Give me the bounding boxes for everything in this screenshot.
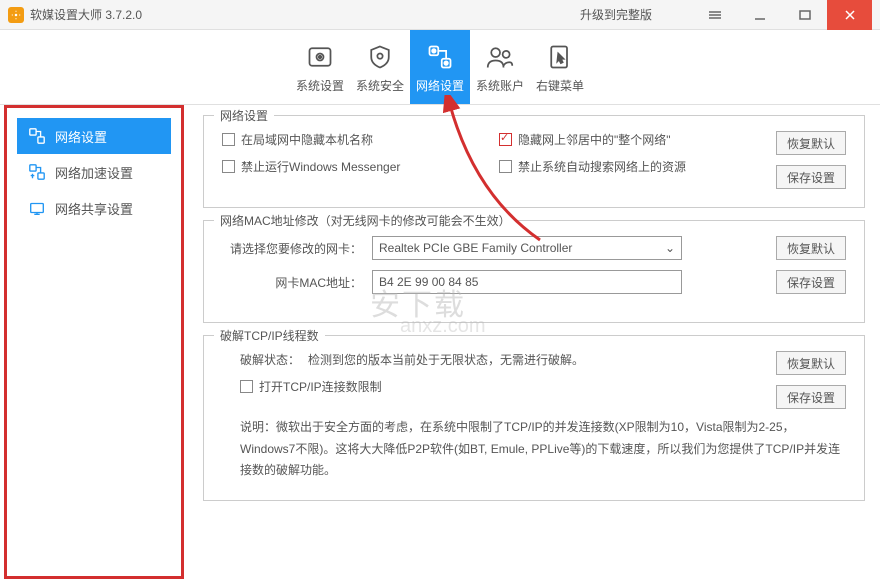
maximize-button[interactable]	[782, 0, 827, 30]
top-tabs: 系统设置 系统安全 网络设置 系统账户 右键菜单	[0, 30, 880, 105]
close-button[interactable]	[827, 0, 872, 30]
tab-label: 系统账户	[476, 77, 524, 94]
group-mac-address: 网络MAC地址修改（对无线网卡的修改可能会不生效） 请选择您要修改的网卡： Re…	[203, 220, 865, 323]
nic-value: Realtek PCIe GBE Family Controller	[379, 241, 572, 255]
accel-icon	[27, 162, 47, 182]
chk-label: 禁止运行Windows Messenger	[241, 158, 400, 175]
app-title: 软媒设置大师 3.7.2.0	[30, 6, 580, 23]
chk-label: 打开TCP/IP连接数限制	[259, 378, 382, 395]
chk-hide-hostname[interactable]	[222, 133, 235, 146]
tab-system-settings[interactable]: 系统设置	[290, 30, 350, 104]
gear-icon	[304, 41, 336, 73]
tab-context-menu[interactable]: 右键菜单	[530, 30, 590, 104]
chk-disable-autosearch[interactable]	[499, 160, 512, 173]
reset-button[interactable]: 恢复默认	[776, 131, 846, 155]
share-icon	[27, 198, 47, 218]
chk-hide-network[interactable]	[499, 133, 512, 146]
sidebar: 网络设置 网络加速设置 网络共享设置	[4, 105, 184, 579]
menu-button[interactable]	[692, 0, 737, 30]
chk-label: 在局域网中隐藏本机名称	[241, 131, 373, 148]
group-network-settings: 网络设置 在局域网中隐藏本机名称 隐藏网上邻居中的"整个网络" 禁止运行Wind…	[203, 115, 865, 208]
content-area: 网络设置 在局域网中隐藏本机名称 隐藏网上邻居中的"整个网络" 禁止运行Wind…	[188, 105, 880, 579]
status-value: 检测到您的版本当前处于无限状态，无需进行破解。	[308, 351, 584, 368]
group-title: 破解TCP/IP线程数	[214, 327, 325, 344]
sidebar-item-label: 网络共享设置	[55, 199, 133, 218]
tab-label: 系统安全	[356, 77, 404, 94]
sidebar-item-label: 网络加速设置	[55, 163, 133, 182]
mac-input[interactable]: B4 2E 99 00 84 85	[372, 270, 682, 294]
tab-label: 网络设置	[416, 77, 464, 94]
titlebar: 软媒设置大师 3.7.2.0 升级到完整版	[0, 0, 880, 30]
users-icon	[484, 41, 516, 73]
sidebar-item-network-accel[interactable]: 网络加速设置	[17, 154, 171, 190]
description-text: 说明：微软出于安全方面的考虑，在系统中限制了TCP/IP的并发连接数(XP限制为…	[222, 417, 846, 482]
chk-tcpip-limit[interactable]	[240, 380, 253, 393]
sidebar-item-label: 网络设置	[55, 127, 107, 146]
group-title: 网络MAC地址修改（对无线网卡的修改可能会不生效）	[214, 212, 517, 229]
chk-disable-messenger[interactable]	[222, 160, 235, 173]
group-title: 网络设置	[214, 107, 274, 124]
mac-label: 网卡MAC地址：	[222, 274, 362, 291]
chk-label: 禁止系统自动搜索网络上的资源	[518, 158, 686, 175]
sidebar-item-network-share[interactable]: 网络共享设置	[17, 190, 171, 226]
network-icon	[27, 126, 47, 146]
document-cursor-icon	[544, 41, 576, 73]
save-button[interactable]: 保存设置	[776, 385, 846, 409]
shield-icon	[364, 41, 396, 73]
tab-system-security[interactable]: 系统安全	[350, 30, 410, 104]
nic-label: 请选择您要修改的网卡：	[222, 240, 362, 257]
app-icon	[8, 7, 24, 23]
upgrade-link[interactable]: 升级到完整版	[580, 6, 652, 23]
status-label: 破解状态：	[240, 351, 300, 368]
nic-select[interactable]: Realtek PCIe GBE Family Controller ⌄	[372, 236, 682, 260]
network-icon	[424, 41, 456, 73]
group-tcpip: 破解TCP/IP线程数 破解状态： 检测到您的版本当前处于无限状态，无需进行破解…	[203, 335, 865, 501]
save-button[interactable]: 保存设置	[776, 165, 846, 189]
minimize-button[interactable]	[737, 0, 782, 30]
tab-network-settings[interactable]: 网络设置	[410, 30, 470, 104]
sidebar-item-network-settings[interactable]: 网络设置	[17, 118, 171, 154]
save-button[interactable]: 保存设置	[776, 270, 846, 294]
chk-label: 隐藏网上邻居中的"整个网络"	[518, 131, 671, 148]
tab-system-accounts[interactable]: 系统账户	[470, 30, 530, 104]
reset-button[interactable]: 恢复默认	[776, 236, 846, 260]
reset-button[interactable]: 恢复默认	[776, 351, 846, 375]
tab-label: 系统设置	[296, 77, 344, 94]
tab-label: 右键菜单	[536, 77, 584, 94]
chevron-down-icon: ⌄	[665, 241, 675, 255]
